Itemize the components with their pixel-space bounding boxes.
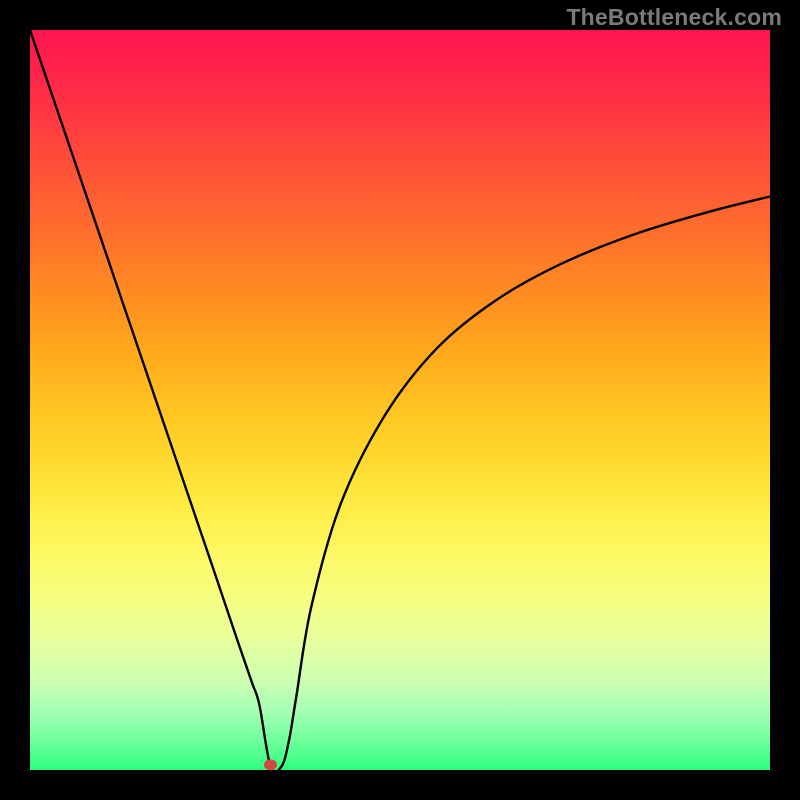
minimum-marker [265,760,277,770]
bottleneck-curve [30,30,770,772]
chart-svg [30,30,770,770]
plot-area [30,30,770,770]
watermark-text: TheBottleneck.com [566,4,782,31]
chart-frame: TheBottleneck.com [0,0,800,800]
